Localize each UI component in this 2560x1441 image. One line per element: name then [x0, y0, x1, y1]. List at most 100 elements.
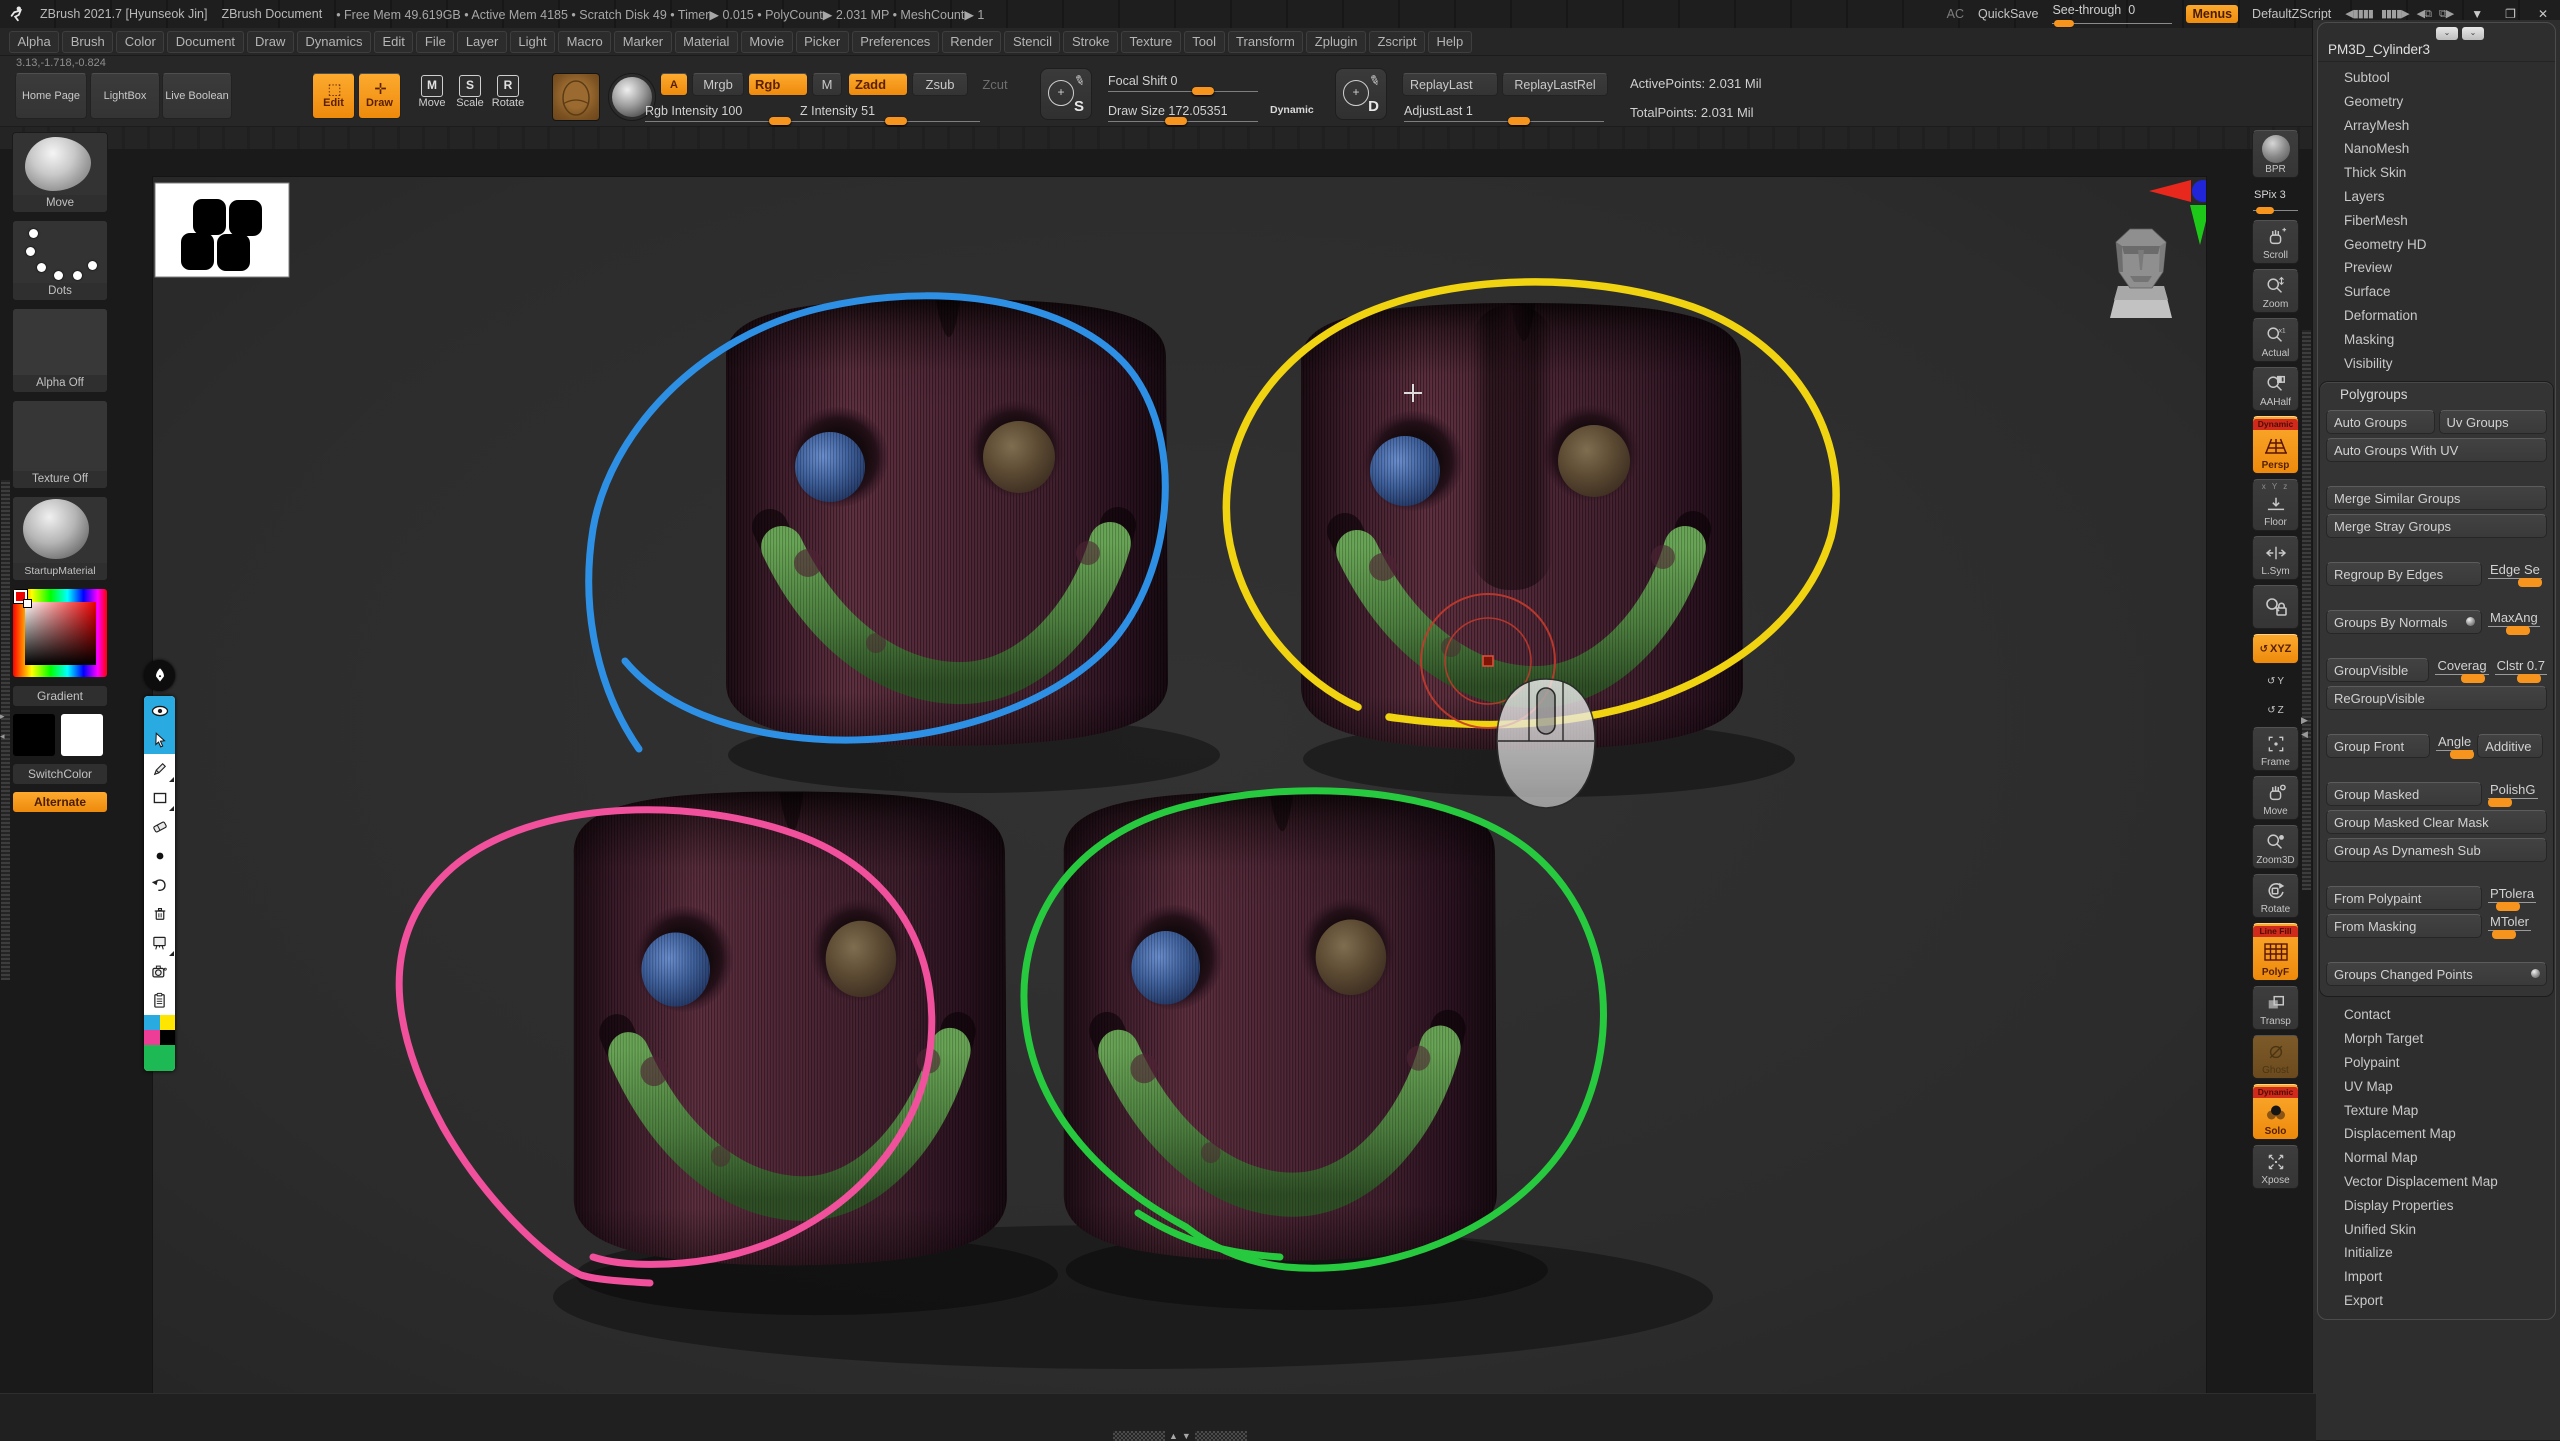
current-material-button[interactable]: StartupMaterial	[12, 496, 108, 581]
auto-groups-with-uv-button[interactable]: Auto Groups With UV	[2326, 438, 2547, 462]
menu-picker[interactable]: Picker	[796, 31, 849, 53]
perspective-button[interactable]: Dynamic Persp	[2252, 416, 2299, 474]
rotate-canvas-button[interactable]: Rotate	[2252, 874, 2299, 918]
section-vector-displacement-map[interactable]: Vector Displacement Map	[2318, 1170, 2555, 1194]
focal-shift-slider[interactable]: Focal Shift 0	[1108, 72, 1258, 94]
left-tray-toggle-icon[interactable]: ◀▮▮▮▮	[2345, 7, 2373, 21]
bpr-render-button[interactable]: BPR	[2252, 130, 2299, 178]
current-stroke-button[interactable]: Dots	[12, 220, 108, 301]
merge-similar-groups-button[interactable]: Merge Similar Groups	[2326, 486, 2547, 510]
menu-material[interactable]: Material	[675, 31, 738, 53]
section-thick-skin[interactable]: Thick Skin	[2318, 161, 2555, 185]
right-tray-toggle-icon[interactable]: ▮▮▮▮▶	[2381, 7, 2409, 21]
color-picker[interactable]	[12, 588, 108, 678]
menu-file[interactable]: File	[416, 31, 454, 53]
section-polypaint[interactable]: Polypaint	[2318, 1051, 2555, 1075]
uv-groups-button[interactable]: Uv Groups	[2439, 410, 2548, 434]
pen-color-black[interactable]	[160, 1030, 176, 1045]
a-toggle-button[interactable]: A	[660, 73, 688, 96]
menu-stroke[interactable]: Stroke	[1063, 31, 1118, 53]
annotation-pen-button[interactable]	[144, 754, 175, 783]
main-color-swatch[interactable]	[12, 713, 56, 757]
annotation-clipboard-button[interactable]	[144, 986, 175, 1015]
local-symmetry-button[interactable]: L.Sym	[2252, 536, 2299, 580]
menu-zscript[interactable]: Zscript	[1369, 31, 1425, 53]
additive-button[interactable]: Additive	[2477, 734, 2543, 758]
polypaint-tolerance-slider[interactable]: PTolera	[2488, 886, 2536, 910]
default-zscript-button[interactable]: DefaultZScript	[2252, 7, 2331, 21]
annotation-eraser-button[interactable]	[144, 812, 175, 841]
tray-tab-button[interactable]: ⌄	[2436, 27, 2458, 40]
see-through-slider[interactable]: See-through 0	[2052, 3, 2172, 25]
pen-color-yellow[interactable]	[160, 1015, 176, 1030]
merge-stray-groups-button[interactable]: Merge Stray Groups	[2326, 514, 2547, 538]
section-visibility[interactable]: Visibility	[2318, 352, 2555, 376]
section-export[interactable]: Export	[2318, 1289, 2555, 1313]
alternate-button[interactable]: Alternate	[12, 791, 108, 813]
edge-select-slider[interactable]: Edge Se	[2488, 562, 2542, 586]
z-intensity-slider[interactable]: Z Intensity 51	[800, 102, 980, 124]
section-arraymesh[interactable]: ArrayMesh	[2318, 114, 2555, 138]
switch-color-button[interactable]: SwitchColor	[12, 763, 108, 785]
group-masked-button[interactable]: Group Masked	[2326, 782, 2482, 806]
section-layers[interactable]: Layers	[2318, 185, 2555, 209]
color-picker-gradient[interactable]	[13, 589, 107, 677]
menu-marker[interactable]: Marker	[614, 31, 671, 53]
draw-size-slider[interactable]: Draw Size 172.05351	[1108, 102, 1258, 124]
section-nanomesh[interactable]: NanoMesh	[2318, 137, 2555, 161]
section-import[interactable]: Import	[2318, 1265, 2555, 1289]
group-as-dynamesh-sub-button[interactable]: Group As Dynamesh Sub	[2326, 838, 2547, 862]
annotation-select-button[interactable]	[144, 725, 175, 754]
floor-button[interactable]: x Y z Floor	[2252, 479, 2299, 531]
transparency-button[interactable]: Transp	[2252, 986, 2299, 1030]
minimize-button[interactable]: ▼	[2467, 7, 2487, 21]
regroup-by-edges-button[interactable]: Regroup By Edges	[2326, 562, 2482, 586]
current-alpha-swatch[interactable]	[552, 73, 600, 121]
section-preview[interactable]: Preview	[2318, 256, 2555, 280]
polyframe-button[interactable]: Line Fill PolyF	[2252, 923, 2299, 981]
live-boolean-button[interactable]: Live Boolean	[162, 73, 232, 119]
section-display-properties[interactable]: Display Properties	[2318, 1194, 2555, 1218]
regroup-visible-button[interactable]: ReGroupVisible	[2326, 686, 2547, 710]
section-subtool[interactable]: Subtool	[2318, 66, 2555, 90]
section-geometry-hd[interactable]: Geometry HD	[2318, 233, 2555, 257]
annotation-clear-button[interactable]	[144, 899, 175, 928]
adjust-last-slider[interactable]: AdjustLast 1	[1404, 102, 1604, 124]
section-deformation[interactable]: Deformation	[2318, 304, 2555, 328]
menu-tool[interactable]: Tool	[1184, 31, 1225, 53]
annotation-shape-button[interactable]	[144, 783, 175, 812]
secondary-color-swatch[interactable]	[60, 713, 104, 757]
current-texture-button[interactable]: Texture Off	[12, 400, 108, 489]
annotation-whiteboard-button[interactable]	[144, 928, 175, 957]
menu-stencil[interactable]: Stencil	[1004, 31, 1060, 53]
group-masked-clear-mask-button[interactable]: Group Masked Clear Mask	[2326, 810, 2547, 834]
scale-mode-button[interactable]: S Scale	[450, 75, 490, 109]
section-surface[interactable]: Surface	[2318, 280, 2555, 304]
lightbox-button[interactable]: LightBox	[90, 73, 160, 119]
current-brush-button[interactable]: Move	[12, 132, 108, 213]
menu-alpha[interactable]: Alpha	[9, 31, 59, 53]
zoom-button[interactable]: Zoom	[2252, 269, 2299, 313]
color-selector-handle[interactable]	[23, 599, 32, 608]
pen-color-pink[interactable]	[144, 1030, 160, 1045]
menu-dynamics[interactable]: Dynamics	[297, 31, 371, 53]
replay-last-button[interactable]: ReplayLast	[1402, 73, 1498, 96]
cluster-slider[interactable]: Clstr 0.7	[2495, 658, 2547, 682]
section-masking[interactable]: Masking	[2318, 328, 2555, 352]
edit-mode-button[interactable]: ⬚ Edit	[312, 73, 355, 119]
zsub-button[interactable]: Zsub	[912, 73, 968, 96]
ghost-button[interactable]: Ghost	[2252, 1035, 2299, 1079]
group-visible-button[interactable]: GroupVisible	[2326, 658, 2429, 682]
draw-mode-button[interactable]: ✛ Draw	[358, 73, 401, 119]
camera-lock-button[interactable]	[2252, 585, 2299, 629]
menu-render[interactable]: Render	[942, 31, 1002, 53]
next-window-icon[interactable]: ⧉▶	[2439, 7, 2453, 21]
annotation-undo-button[interactable]	[144, 870, 175, 899]
section-contact[interactable]: Contact	[2318, 1003, 2555, 1027]
section-displacement-map[interactable]: Displacement Map	[2318, 1122, 2555, 1146]
aa-half-button[interactable]: AAHalf	[2252, 367, 2299, 411]
gradient-button[interactable]: Gradient	[12, 685, 108, 707]
angle-slider[interactable]: Angle	[2436, 734, 2473, 758]
restore-button[interactable]: ❐	[2501, 7, 2520, 21]
menu-zplugin[interactable]: Zplugin	[1306, 31, 1366, 53]
